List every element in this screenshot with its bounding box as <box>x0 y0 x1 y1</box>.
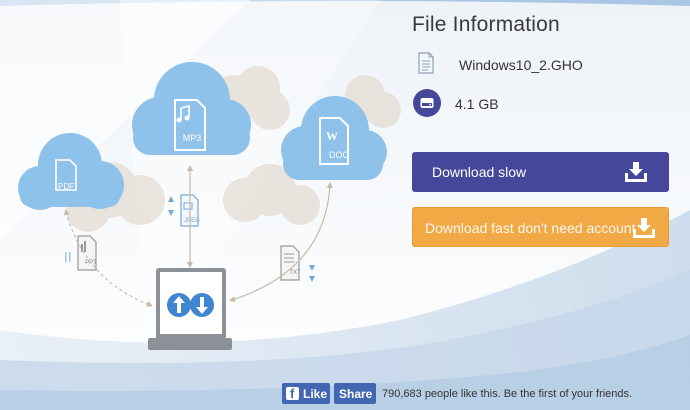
download-slow-button[interactable]: Download slow <box>412 152 669 192</box>
download-fast-button[interactable]: Download fast don't need account <box>412 207 669 247</box>
download-icon <box>625 162 647 182</box>
facebook-social-text: 790,683 people like this. Be the first o… <box>382 388 633 400</box>
facebook-like-bar: f Like Share 790,683 people like this. B… <box>282 383 682 405</box>
file-name: Windows10_2.GHO <box>459 57 583 73</box>
svg-text:W: W <box>326 129 338 143</box>
share-label: Share <box>339 387 373 401</box>
svg-text:JPEG: JPEG <box>184 218 200 224</box>
facebook-icon: f <box>286 386 299 401</box>
download-icon <box>633 218 655 238</box>
file-size-row: 4.1 GB <box>412 88 672 118</box>
file-name-row: Windows10_2.GHO <box>416 52 676 76</box>
file-information-title: File Information <box>412 13 560 36</box>
download-page: PDF MP3 W DOC JPEG PPT TXT File Informat… <box>0 0 690 410</box>
download-slow-label: Download slow <box>432 164 527 180</box>
download-fast-label: Download fast don't need account <box>425 220 636 236</box>
like-label: Like <box>303 387 328 401</box>
svg-text:PPT: PPT <box>85 260 97 266</box>
document-icon <box>418 52 434 74</box>
svg-text:DOC: DOC <box>329 150 350 160</box>
file-size: 4.1 GB <box>455 96 499 112</box>
laptop-icon <box>148 268 232 350</box>
svg-text:PDF: PDF <box>58 182 74 191</box>
svg-text:TXT: TXT <box>289 270 301 276</box>
facebook-share-button[interactable]: Share <box>334 383 376 404</box>
svg-text:MP3: MP3 <box>183 133 202 143</box>
hard-drive-icon <box>413 89 441 117</box>
facebook-like-button[interactable]: f Like <box>282 383 330 404</box>
